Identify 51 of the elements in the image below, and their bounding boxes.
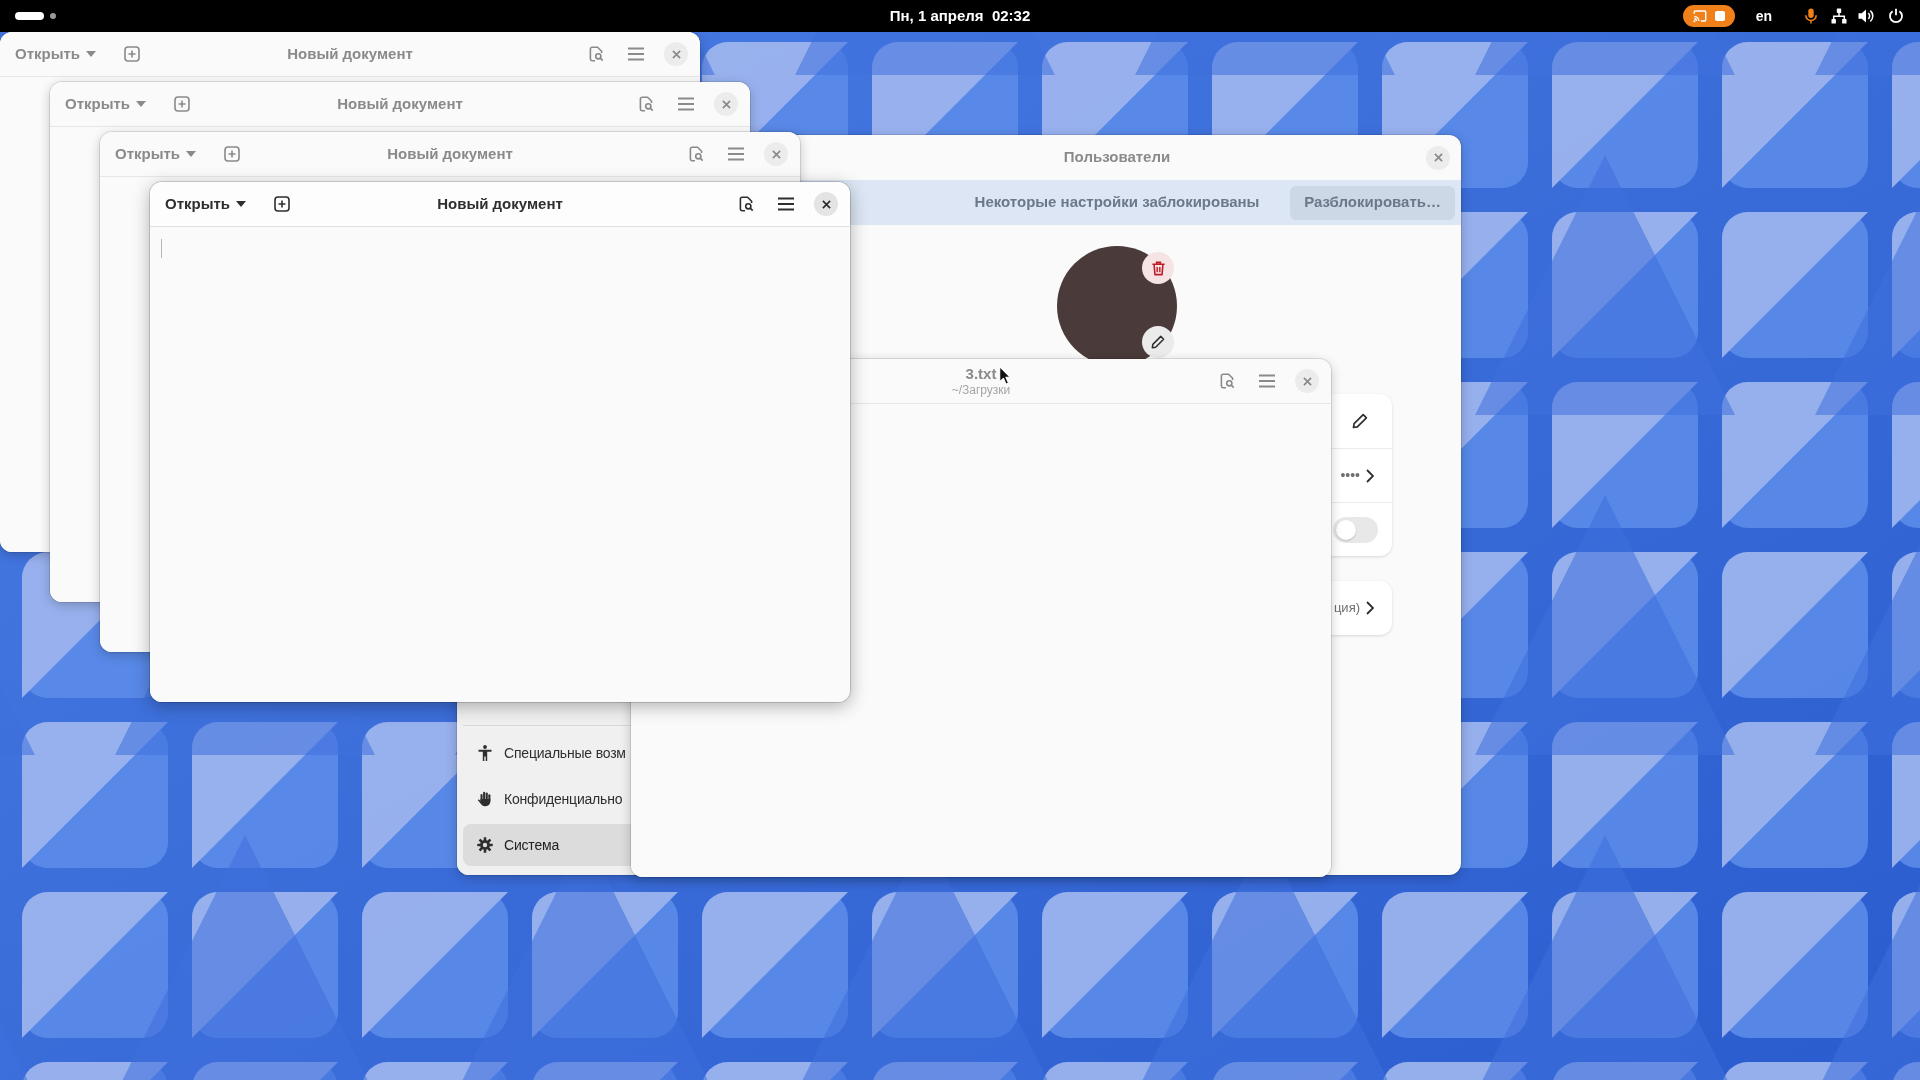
close-icon	[771, 149, 781, 159]
power-icon[interactable]	[1888, 8, 1904, 24]
gear-icon	[477, 837, 493, 853]
workspace-indicator[interactable]	[50, 13, 56, 19]
workspace-indicator[interactable]	[15, 12, 44, 20]
pencil-icon[interactable]	[1352, 413, 1368, 429]
caret-icon	[86, 51, 97, 57]
window-title: Новый документ	[287, 43, 413, 64]
window-title: Новый документ	[437, 193, 563, 214]
mouse-pointer-icon	[999, 366, 1011, 385]
window-title: Пользователи	[1063, 147, 1171, 168]
close-icon	[821, 199, 831, 209]
stop-icon	[1714, 11, 1725, 21]
sidebar-item[interactable]: Система	[463, 824, 631, 866]
close-icon	[671, 49, 681, 59]
chevron-right-icon[interactable]	[1366, 468, 1374, 483]
close-button[interactable]	[814, 192, 838, 216]
close-icon	[721, 99, 731, 109]
document-search-icon[interactable]	[738, 196, 754, 212]
caret-icon	[236, 201, 247, 207]
remove-avatar-button[interactable]	[1142, 252, 1174, 284]
cast-icon	[1692, 9, 1707, 23]
pencil-icon	[1151, 335, 1165, 349]
network-icon[interactable]	[1831, 8, 1847, 24]
open-button[interactable]: Открыть	[157, 187, 255, 221]
sidebar-item[interactable]: Конфиденциально	[463, 778, 631, 820]
menu-icon[interactable]	[778, 197, 794, 211]
microphone-icon[interactable]	[1803, 8, 1819, 24]
screencast-indicator[interactable]	[1682, 5, 1735, 27]
window-title: Новый документ	[337, 93, 463, 114]
caret-icon	[136, 101, 147, 107]
chevron-right-icon[interactable]	[1366, 601, 1374, 615]
window-subtitle: ~/Загрузки	[951, 383, 1011, 397]
caret-icon	[186, 151, 197, 157]
trash-icon	[1150, 260, 1166, 276]
accessibility-person-icon	[477, 745, 493, 761]
add-icon[interactable]	[274, 196, 291, 212]
close-icon	[1302, 376, 1312, 386]
clock-button[interactable]: Пн, 1 апреля 02:32	[881, 4, 1039, 28]
toggle-switch[interactable]	[1333, 516, 1378, 543]
row-value: ция)	[1333, 599, 1360, 618]
raised-hand-icon	[477, 791, 493, 807]
window-title: Новый документ	[387, 143, 513, 164]
keyboard-layout-indicator[interactable]: en	[1755, 5, 1772, 27]
text-cursor	[161, 239, 162, 258]
banner-text: Некоторые настройки заблокированы	[974, 192, 1260, 213]
sidebar-item[interactable]: Специальные возм	[463, 732, 631, 774]
window-title: 3.txt	[965, 365, 997, 383]
close-icon	[1433, 153, 1443, 162]
password-dots: ••••	[1340, 466, 1360, 485]
volume-icon[interactable]	[1858, 8, 1874, 24]
